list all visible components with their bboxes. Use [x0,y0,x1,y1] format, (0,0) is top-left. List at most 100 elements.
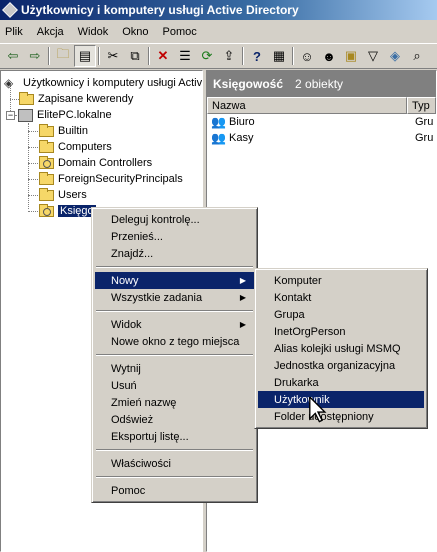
find-icon[interactable]: ⌕ [406,45,428,67]
tree-item-saved-queries[interactable]: Zapisane kwerendy [19,91,133,107]
new-group-icon[interactable]: ☻ [318,45,340,67]
menu-pomoc[interactable]: Pomoc [156,24,204,40]
menu-item-properties[interactable]: Właściwości [95,455,254,472]
menu-item-move[interactable]: Przenieś... [95,228,254,245]
menu-item-help[interactable]: Pomoc [95,482,254,499]
menu-item-rename[interactable]: Zmień nazwę [95,394,254,411]
tree-item-ksiegowosc[interactable]: Księgo [39,203,96,219]
cut-icon[interactable]: ✂ [102,45,124,67]
menu-separator [96,449,253,451]
new-ou-icon[interactable]: ▣ [340,45,362,67]
forward-icon[interactable]: ⇨ [24,45,46,67]
tree-line [28,195,38,196]
menu-item-export[interactable]: Eksportuj listę... [95,428,254,445]
console-tree-icon[interactable]: ▤ [74,45,96,67]
menu-item-delete[interactable]: Usuń [95,377,254,394]
tree-item-computers[interactable]: Computers [39,139,112,155]
tree-item-label: ForeignSecurityPrincipals [58,173,183,185]
tree-item-domain[interactable]: − ElitePC.lokalne [6,107,112,123]
list-item[interactable]: 👥 Kasy Gru [207,130,436,146]
submenu-item-user[interactable]: Użytkownik [258,391,424,408]
menu-akcja[interactable]: Akcja [30,24,71,40]
help-icon[interactable]: ? [246,45,268,67]
refresh-icon[interactable]: ⟳ [196,45,218,67]
menu-item-delegate[interactable]: Deleguj kontrolę... [95,211,254,228]
toolbar-separator [292,47,294,65]
details-title: Księgowość [213,77,284,91]
add-to-group-icon[interactable]: ◈ [384,45,406,67]
column-header-type[interactable]: Typ [406,97,436,114]
up-folder-icon[interactable]: 🗀 [52,45,74,67]
new-user-icon[interactable]: ☺ [296,45,318,67]
menu-separator [96,310,253,312]
toolbar-separator [242,47,244,65]
submenu-item-shared-folder[interactable]: Folder udostępniony [258,408,424,425]
group-icon: 👥 [211,114,226,129]
menu-separator [96,476,253,478]
ou-folder-icon [39,203,54,217]
toolbar: ⇦ ⇨ 🗀 ▤ ✂ ⧉ ✕ ☰ ⟳ ⇪ ? ▦ ☺ ☻ ▣ ▽ ◈ ⌕ [0,43,437,69]
back-icon[interactable]: ⇦ [2,45,24,67]
tree-item-label: ElitePC.lokalne [37,109,112,121]
folder-icon [39,171,54,185]
menu-item-cut[interactable]: Wytnij [95,360,254,377]
menu-widok[interactable]: Widok [71,24,116,40]
tree-line [28,179,38,180]
menu-item-find[interactable]: Znajdź... [95,245,254,262]
active-directory-icon: ◈ [4,75,14,90]
menu-item-new[interactable]: Nowy ▶ [95,272,254,289]
new-submenu: Komputer Kontakt Grupa InetOrgPerson Ali… [254,268,428,429]
tree-item-label: Users [58,189,87,201]
menu-item-label: Nowy [111,274,139,287]
tree-item-builtin[interactable]: Builtin [39,123,88,139]
menu-item-label: Wszystkie zadania [111,291,203,304]
tree-line [28,123,29,209]
menu-okno[interactable]: Okno [115,24,155,40]
copy-icon[interactable]: ⧉ [124,45,146,67]
folder-icon [39,187,54,201]
tree-root-label: Użytkownicy i komputery usługi Activ [23,77,203,89]
tree-line [10,99,19,100]
tree-item-label: Zapisane kwerendy [38,93,134,105]
list-item[interactable]: 👥 Biuro Gru [207,114,436,130]
menu-item-all-tasks[interactable]: Wszystkie zadania ▶ [95,289,254,306]
submenu-arrow-icon: ▶ [239,293,246,302]
details-count: 2 obiekty [295,77,344,91]
submenu-item-group[interactable]: Grupa [258,306,424,323]
submenu-item-printer[interactable]: Drukarka [258,374,424,391]
submenu-arrow-icon: ▶ [239,320,246,329]
submenu-item-contact[interactable]: Kontakt [258,289,424,306]
delete-icon[interactable]: ✕ [152,45,174,67]
tree-root[interactable]: ◈ Użytkownicy i komputery usługi Activ [4,75,202,91]
tree-line [28,211,38,212]
menu-bar: Plik Akcja Widok Okno Pomoc [0,21,437,42]
details-header: Księgowość 2 obiekty [207,71,436,97]
menu-plik[interactable]: Plik [2,24,30,40]
folder-icon [19,91,34,105]
tree-item-label: Computers [58,141,112,153]
menu-item-view[interactable]: Widok ▶ [95,316,254,333]
tree-item-label: Builtin [58,125,88,137]
submenu-item-ou[interactable]: Jednostka organizacyjna [258,357,424,374]
tree-item-domain-controllers[interactable]: Domain Controllers [39,155,152,171]
window-title: Użytkownicy i komputery usługi Active Di… [21,3,299,17]
details-icon[interactable]: ▦ [268,45,290,67]
submenu-item-msmq-alias[interactable]: Alias kolejki usługi MSMQ [258,340,424,357]
title-bar[interactable]: Użytkownicy i komputery usługi Active Di… [0,0,437,20]
filter-icon[interactable]: ▽ [362,45,384,67]
menu-item-new-window[interactable]: Nowe okno z tego miejsca [95,333,254,350]
submenu-item-inetorgperson[interactable]: InetOrgPerson [258,323,424,340]
export-icon[interactable]: ⇪ [218,45,240,67]
context-menu: Deleguj kontrolę... Przenieś... Znajdź..… [91,207,258,503]
tree-item-foreign-security-principals[interactable]: ForeignSecurityPrincipals [39,171,183,187]
ou-folder-icon [39,155,54,169]
properties-icon[interactable]: ☰ [174,45,196,67]
tree-item-users[interactable]: Users [39,187,87,203]
submenu-item-computer[interactable]: Komputer [258,272,424,289]
menu-item-refresh[interactable]: Odśwież [95,411,254,428]
list-item-name: Biuro [229,116,255,128]
tree-line [28,163,38,164]
tree-line [28,147,38,148]
column-header-name[interactable]: Nazwa [207,97,407,114]
collapse-icon[interactable]: − [6,110,15,120]
